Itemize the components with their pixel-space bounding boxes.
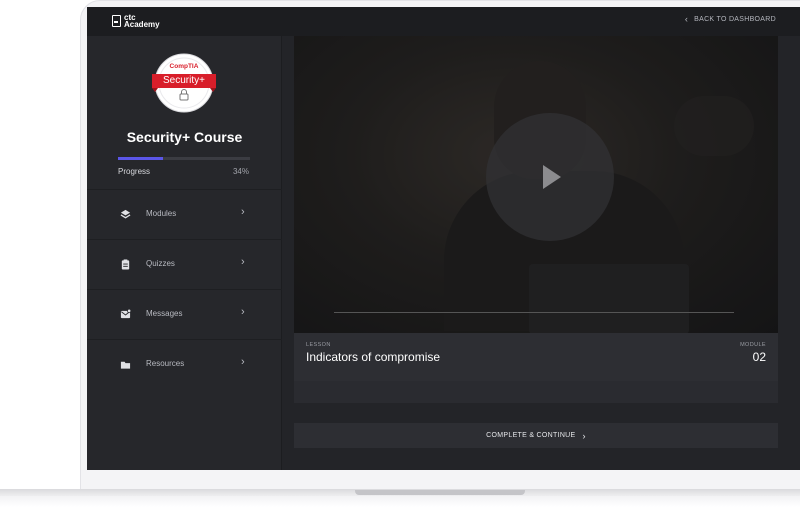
lesson-label: LESSON bbox=[306, 342, 331, 348]
sidebar-item-modules[interactable]: Modules › bbox=[87, 189, 282, 239]
sidebar-item-quizzes[interactable]: Quizzes › bbox=[87, 239, 282, 289]
top-bar: ctc Academy ‹ BACK TO DASHBOARD bbox=[87, 7, 800, 36]
play-icon bbox=[543, 165, 561, 189]
module-label: MODULE bbox=[740, 342, 766, 348]
chevron-right-icon: › bbox=[241, 206, 245, 218]
comptia-security-badge: CompTIA Security+ bbox=[150, 53, 218, 113]
chevron-right-icon: › bbox=[582, 430, 586, 441]
chevron-right-icon: › bbox=[241, 356, 245, 368]
clipboard-icon bbox=[121, 259, 130, 270]
back-to-dashboard-label: BACK TO DASHBOARD bbox=[694, 16, 776, 23]
chevron-left-icon: ‹ bbox=[684, 14, 689, 24]
lesson-title: Indicators of compromise bbox=[306, 350, 441, 364]
sidebar-item-label: Messages bbox=[146, 309, 183, 318]
laptop-shadow bbox=[0, 496, 800, 507]
layers-icon bbox=[120, 209, 131, 219]
sidebar-item-messages[interactable]: Messages › bbox=[87, 289, 282, 339]
progress-label: Progress bbox=[118, 167, 151, 176]
badge-brand: CompTIA bbox=[169, 63, 199, 70]
video-seek-bar[interactable] bbox=[334, 311, 734, 313]
message-icon bbox=[120, 309, 131, 319]
video-controls bbox=[334, 309, 734, 315]
video-player[interactable] bbox=[294, 36, 778, 333]
progress-bar bbox=[118, 157, 250, 160]
logo-line-2: Academy bbox=[124, 20, 160, 29]
sidebar-menu: Modules › Quizzes › Messages › Resources… bbox=[87, 189, 282, 389]
logo-mark-icon bbox=[112, 15, 121, 27]
ctc-academy-logo[interactable]: ctc Academy bbox=[112, 14, 160, 29]
sidebar-item-resources[interactable]: Resources › bbox=[87, 339, 282, 389]
sidebar-item-label: Resources bbox=[146, 359, 185, 368]
sidebar-item-label: Modules bbox=[146, 209, 177, 218]
complete-and-continue-label: COMPLETE & CONTINUE bbox=[486, 432, 576, 439]
back-to-dashboard-link[interactable]: ‹ BACK TO DASHBOARD bbox=[684, 14, 776, 24]
progress-percent: 34% bbox=[232, 167, 249, 176]
logo-text: ctc Academy bbox=[124, 14, 160, 29]
lesson-info-bar: LESSON Indicators of compromise MODULE 0… bbox=[294, 333, 778, 381]
folder-icon bbox=[120, 361, 131, 369]
play-button[interactable] bbox=[486, 113, 614, 241]
app-screen: ctc Academy ‹ BACK TO DASHBOARD CompTIA … bbox=[87, 7, 800, 470]
module-number: 02 bbox=[752, 350, 766, 364]
chevron-right-icon: › bbox=[241, 256, 245, 268]
laptop-notch bbox=[355, 490, 525, 495]
sidebar: CompTIA Security+ Security+ Course Progr… bbox=[87, 36, 282, 470]
sidebar-item-label: Quizzes bbox=[146, 259, 175, 268]
badge-cert: Security+ bbox=[163, 75, 205, 86]
course-title: Security+ Course bbox=[126, 129, 243, 145]
lesson-content-panel bbox=[294, 381, 778, 403]
progress-fill bbox=[118, 157, 163, 160]
complete-and-continue-button[interactable]: COMPLETE & CONTINUE › bbox=[294, 423, 778, 448]
chevron-right-icon: › bbox=[241, 306, 245, 318]
